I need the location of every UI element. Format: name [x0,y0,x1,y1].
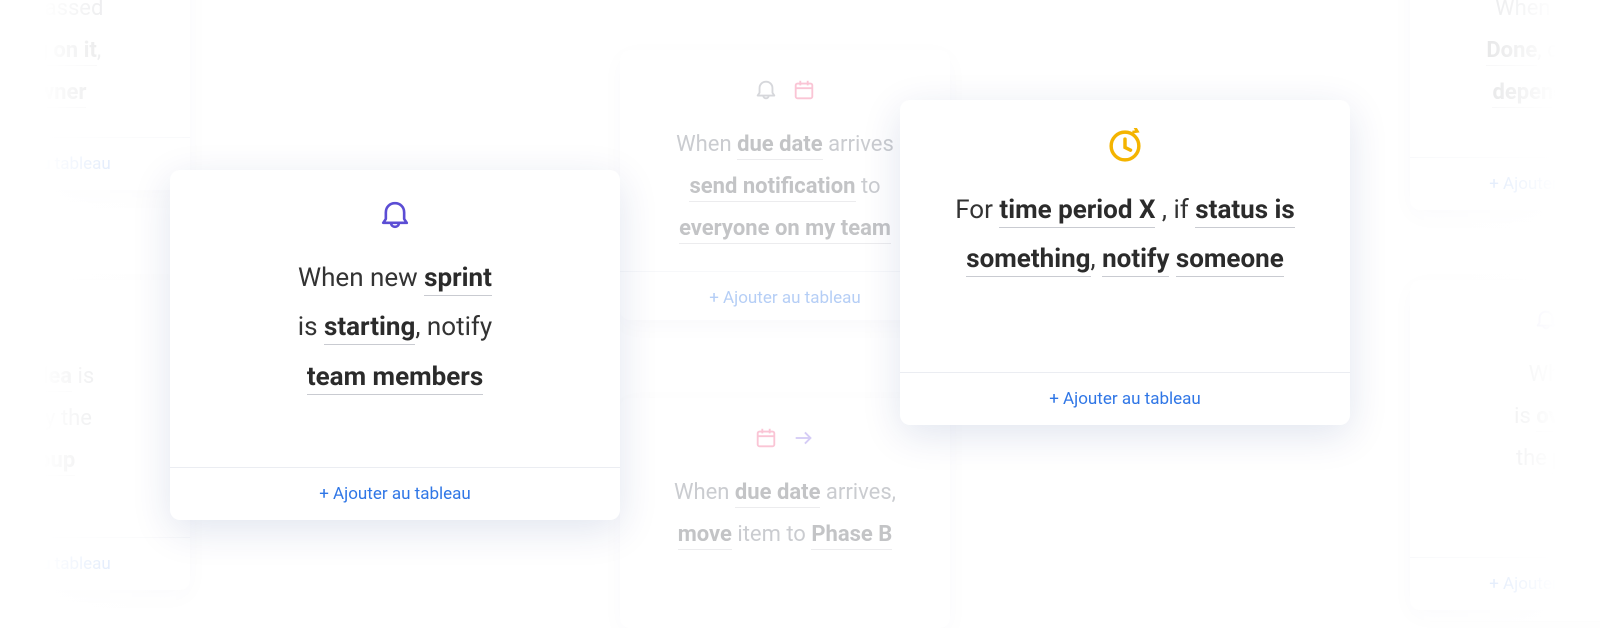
add-to-board-link[interactable]: + Ajouter au tableau [709,288,861,308]
arrow-right-icon [792,426,816,454]
automation-card-bg-mid-bottom: When due date arrives, move item to Phas… [620,398,950,628]
param-notify[interactable]: notify [1102,244,1169,277]
bell-icon [754,78,778,106]
param-starting[interactable]: starting [324,312,415,345]
param-someone[interactable]: someone [1176,244,1284,277]
param-team-members[interactable]: team members [307,362,483,395]
card-rule-text: For time period X , if status is somethi… [955,186,1295,285]
param-sprint[interactable]: sprint [424,263,492,296]
param-status-is[interactable]: status is [1195,195,1294,228]
card-rule-text: When due date arrives send notification … [676,124,894,249]
param-something[interactable]: something [966,244,1090,277]
card-rule-text: When new sprint is starting, notify team… [298,254,492,402]
calendar-icon [754,426,778,454]
calendar-icon [792,78,816,106]
add-to-board-link[interactable]: + Ajouter au tableau [1049,389,1201,409]
clock-refresh-icon [1107,128,1143,168]
automation-card-time-status-notify: For time period X , if status is somethi… [900,100,1350,425]
fade-overlay-right [1380,0,1600,621]
add-to-board-link[interactable]: + Ajouter au tableau [319,484,471,504]
automation-card-sprint-notify: When new sprint is starting, notify team… [170,170,620,520]
bell-icon [378,198,412,236]
card-rule-text: When due date arrives, move item to Phas… [674,472,896,556]
param-time-period[interactable]: time period X [999,195,1155,228]
